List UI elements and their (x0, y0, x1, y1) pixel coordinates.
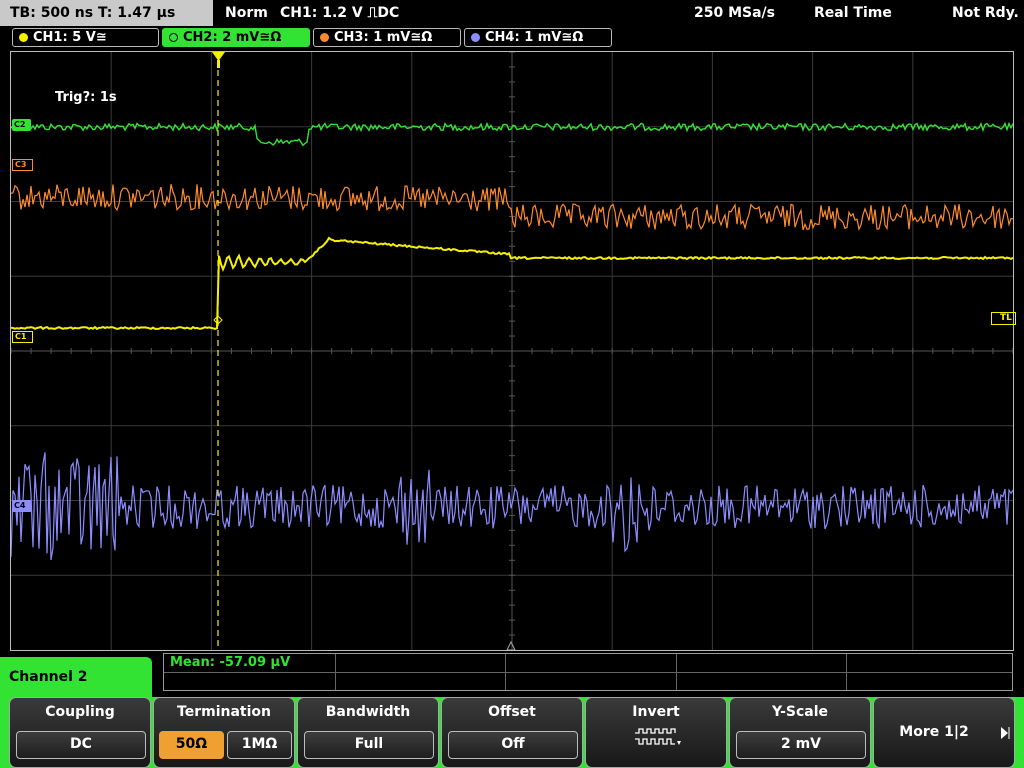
ch4-label: CH4: 1 mV≅Ω (485, 30, 584, 45)
waveform-display[interactable]: Trig?: 1s C2 C3 C1 C4 TL (10, 51, 1016, 651)
trigger-annotation: Trig?: 1s (55, 90, 117, 105)
measurement-bar: Mean: -57.09 µV (163, 653, 1013, 691)
termination-50-ohm-button[interactable]: 50Ω (159, 731, 224, 759)
termination-softkey[interactable]: Termination 50Ω 1MΩ (153, 697, 295, 768)
trigger-info[interactable]: CH1: 1.2 V ⎍DC (280, 0, 399, 26)
ch4-offset-marker[interactable]: C4 (12, 500, 32, 512)
offset-value-button[interactable]: Off (448, 731, 578, 759)
invert-waveform-icon (635, 728, 681, 745)
ch2-label: CH2: 2 mV≅Ω (183, 30, 282, 45)
termination-title: Termination (177, 704, 271, 720)
termination-1m-ohm-button[interactable]: 1MΩ (227, 731, 292, 759)
invert-title: Invert (632, 704, 680, 720)
ch3-color-icon (320, 33, 329, 42)
bandwidth-value-button[interactable]: Full (304, 731, 434, 759)
center-marker-icon (506, 640, 516, 650)
trigger-marker[interactable] (212, 52, 225, 68)
trigger-level-marker[interactable]: TL (991, 312, 1016, 325)
graticule-grid (11, 52, 1013, 650)
offset-softkey[interactable]: Offset Off (441, 697, 583, 768)
more-softkey[interactable]: More 1|2 (873, 697, 1015, 768)
acquisition-mode: Real Time (814, 5, 892, 21)
channel-tab-ch3[interactable]: CH3: 1 mV≅Ω (313, 28, 461, 47)
invert-softkey[interactable]: Invert (585, 697, 727, 768)
ch1-color-icon (19, 33, 28, 42)
ch3-label: CH3: 1 mV≅Ω (334, 30, 433, 45)
trigger-mode[interactable]: Norm (225, 0, 268, 26)
sample-rate: 250 MSa/s (694, 5, 776, 21)
coupling-value-button[interactable]: DC (16, 731, 146, 759)
ch4-color-icon (471, 33, 480, 42)
waveform-canvas (11, 52, 1013, 650)
ch1-offset-marker[interactable]: C1 (12, 331, 34, 343)
coupling-softkey[interactable]: Coupling DC (9, 697, 151, 768)
status-bar: TB: 500 ns T: 1.47 µs Norm CH1: 1.2 V ⎍D… (0, 0, 1024, 26)
offset-title: Offset (488, 704, 536, 720)
ready-status: Not Rdy. (952, 5, 1019, 21)
ch3-offset-marker[interactable]: C3 (12, 159, 34, 171)
bandwidth-softkey[interactable]: Bandwidth Full (297, 697, 439, 768)
ch2-offset-marker[interactable]: C2 (12, 119, 32, 131)
ch2-color-icon (169, 33, 178, 42)
timebase-readout[interactable]: TB: 500 ns T: 1.47 µs (0, 0, 213, 26)
channel-menu-title: Channel 2 (0, 657, 152, 697)
bandwidth-title: Bandwidth (325, 704, 411, 720)
arrow-right-icon (1001, 727, 1010, 739)
ch1-label: CH1: 5 V≅ (33, 30, 107, 45)
yscale-title: Y-Scale (771, 704, 828, 720)
channel-tab-ch1[interactable]: CH1: 5 V≅ (12, 28, 159, 47)
channel-tab-ch2[interactable]: CH2: 2 mV≅Ω (162, 28, 310, 47)
yscale-softkey[interactable]: Y-Scale 2 mV (729, 697, 871, 768)
yscale-value-button[interactable]: 2 mV (736, 731, 866, 759)
mean-measurement: Mean: -57.09 µV (170, 655, 291, 670)
coupling-title: Coupling (45, 704, 115, 720)
channel-tab-ch4[interactable]: CH4: 1 mV≅Ω (464, 28, 612, 47)
more-label: More 1|2 (899, 724, 969, 740)
